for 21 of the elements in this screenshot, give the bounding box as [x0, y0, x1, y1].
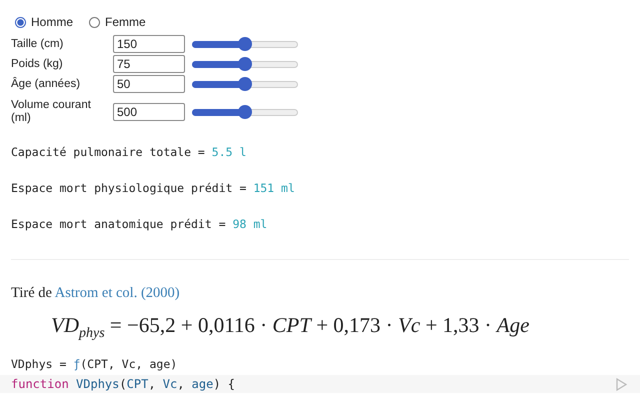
source-text: Tiré de — [11, 285, 52, 301]
result-text: Capacité pulmonaire totale = 5.5 l — [11, 145, 248, 159]
radio-button[interactable] — [15, 16, 26, 28]
radio-label: Femme — [105, 15, 146, 29]
number-input[interactable]: 75 — [113, 55, 185, 73]
radio-button[interactable] — [89, 16, 100, 28]
cell-output: VDphys = ƒ(CPT, Vc, age) — [11, 357, 178, 372]
result-text: Espace mort anatomique prédit = 98 ml — [11, 217, 268, 231]
radio-option[interactable]: Femme — [89, 12, 146, 32]
result-text: Espace mort physiologique prédit = 151 ml — [11, 181, 296, 195]
code-line: function VDphys(CPT, Vc, age) { — [11, 377, 236, 392]
number-input[interactable]: 50 — [113, 75, 185, 93]
field-label: Poids (kg) — [11, 58, 64, 70]
radio-label: Homme — [31, 15, 74, 29]
field-label: Volume courant (ml) — [11, 99, 92, 125]
field-label: Âge (années) — [11, 78, 82, 90]
reference-link[interactable]: Astrom et col. (2000) — [54, 285, 180, 301]
radio-option[interactable]: Homme — [15, 12, 74, 32]
number-input[interactable]: 150 — [113, 35, 185, 53]
field-label: Taille (cm) — [11, 38, 64, 50]
number-input[interactable]: 500 — [113, 103, 185, 121]
